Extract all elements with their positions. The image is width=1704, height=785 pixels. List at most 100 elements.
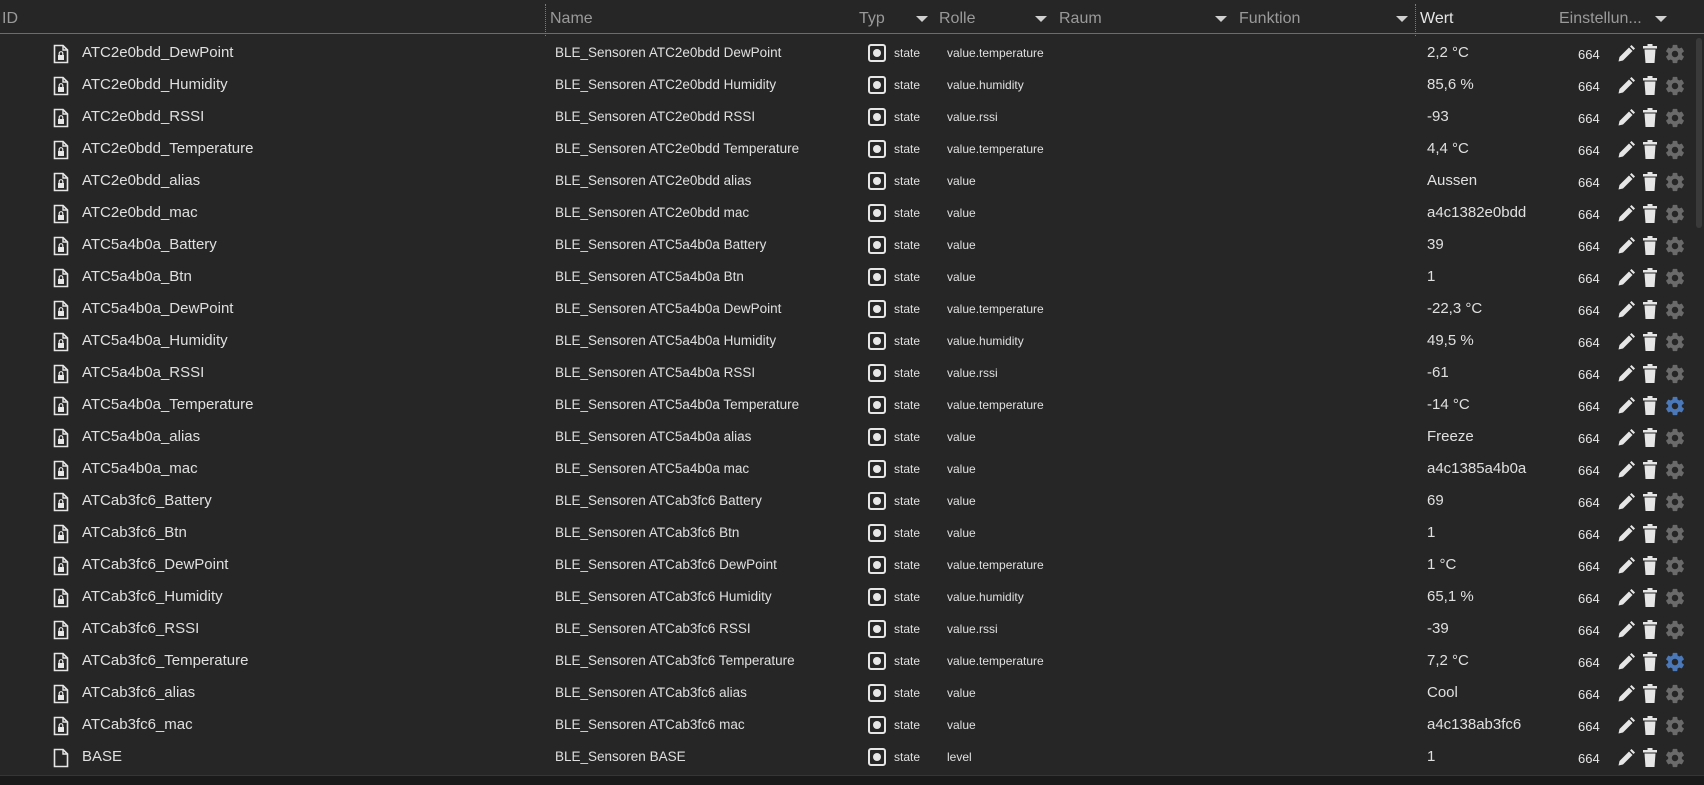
- function-filter-dropdown-icon[interactable]: [1396, 16, 1408, 22]
- edit-icon[interactable]: [1616, 620, 1636, 640]
- object-id[interactable]: BASE: [82, 748, 122, 765]
- gear-icon[interactable]: [1664, 299, 1686, 321]
- object-value[interactable]: 1 °C: [1427, 556, 1456, 573]
- delete-icon[interactable]: [1641, 395, 1659, 416]
- delete-icon[interactable]: [1641, 139, 1659, 160]
- object-id[interactable]: ATCab3fc6_RSSI: [82, 620, 199, 637]
- table-row[interactable]: ATC2e0bdd_mac BLE_Sensoren ATC2e0bdd mac…: [0, 197, 1692, 229]
- object-id[interactable]: ATCab3fc6_mac: [82, 716, 193, 733]
- table-row[interactable]: ATC5a4b0a_Humidity BLE_Sensoren ATC5a4b0…: [0, 325, 1692, 357]
- column-header-value[interactable]: Wert: [1420, 10, 1453, 28]
- column-header-id[interactable]: ID: [2, 10, 18, 28]
- table-row[interactable]: ATC5a4b0a_DewPoint BLE_Sensoren ATC5a4b0…: [0, 293, 1692, 325]
- object-value[interactable]: a4c1385a4b0a: [1427, 460, 1526, 477]
- table-row[interactable]: ATC5a4b0a_alias BLE_Sensoren ATC5a4b0a a…: [0, 421, 1692, 453]
- gear-icon[interactable]: [1664, 427, 1686, 449]
- object-id[interactable]: ATCab3fc6_alias: [82, 684, 195, 701]
- table-row[interactable]: BASE BLE_Sensoren BASE state level 1 664: [0, 741, 1692, 773]
- delete-icon[interactable]: [1641, 299, 1659, 320]
- gear-icon[interactable]: [1664, 459, 1686, 481]
- object-id[interactable]: ATC5a4b0a_Btn: [82, 268, 192, 285]
- delete-icon[interactable]: [1641, 267, 1659, 288]
- gear-icon[interactable]: [1664, 43, 1686, 65]
- table-row[interactable]: ATCab3fc6_Temperature BLE_Sensoren ATCab…: [0, 645, 1692, 677]
- object-value[interactable]: 7,2 °C: [1427, 652, 1469, 669]
- object-id[interactable]: ATC2e0bdd_mac: [82, 204, 198, 221]
- gear-icon[interactable]: [1664, 619, 1686, 641]
- column-header-type[interactable]: Typ: [859, 10, 885, 28]
- delete-icon[interactable]: [1641, 491, 1659, 512]
- gear-icon[interactable]: [1664, 171, 1686, 193]
- delete-icon[interactable]: [1641, 747, 1659, 768]
- column-header-name[interactable]: Name: [550, 10, 593, 28]
- delete-icon[interactable]: [1641, 619, 1659, 640]
- gear-icon[interactable]: [1664, 75, 1686, 97]
- edit-icon[interactable]: [1616, 140, 1636, 160]
- delete-icon[interactable]: [1641, 555, 1659, 576]
- object-id[interactable]: ATCab3fc6_Btn: [82, 524, 187, 541]
- edit-icon[interactable]: [1616, 172, 1636, 192]
- object-value[interactable]: -61: [1427, 364, 1449, 381]
- edit-icon[interactable]: [1616, 300, 1636, 320]
- delete-icon[interactable]: [1641, 331, 1659, 352]
- gear-icon[interactable]: [1664, 555, 1686, 577]
- object-id[interactable]: ATC2e0bdd_Humidity: [82, 76, 228, 93]
- object-value[interactable]: -39: [1427, 620, 1449, 637]
- edit-icon[interactable]: [1616, 684, 1636, 704]
- table-row[interactable]: ATC5a4b0a_Battery BLE_Sensoren ATC5a4b0a…: [0, 229, 1692, 261]
- object-value[interactable]: 69: [1427, 492, 1444, 509]
- delete-icon[interactable]: [1641, 203, 1659, 224]
- table-row[interactable]: ATC2e0bdd_DewPoint BLE_Sensoren ATC2e0bd…: [0, 37, 1692, 69]
- edit-icon[interactable]: [1616, 44, 1636, 64]
- gear-icon[interactable]: [1664, 235, 1686, 257]
- edit-icon[interactable]: [1616, 748, 1636, 768]
- object-id[interactable]: ATC2e0bdd_alias: [82, 172, 200, 189]
- gear-icon[interactable]: [1664, 491, 1686, 513]
- object-value[interactable]: 2,2 °C: [1427, 44, 1469, 61]
- edit-icon[interactable]: [1616, 268, 1636, 288]
- gear-icon[interactable]: [1664, 523, 1686, 545]
- delete-icon[interactable]: [1641, 75, 1659, 96]
- object-id[interactable]: ATCab3fc6_Temperature: [82, 652, 248, 669]
- role-filter-dropdown-icon[interactable]: [1035, 16, 1047, 22]
- delete-icon[interactable]: [1641, 427, 1659, 448]
- delete-icon[interactable]: [1641, 683, 1659, 704]
- edit-icon[interactable]: [1616, 460, 1636, 480]
- column-header-function[interactable]: Funktion: [1239, 10, 1300, 28]
- object-id[interactable]: ATC5a4b0a_DewPoint: [82, 300, 233, 317]
- edit-icon[interactable]: [1616, 364, 1636, 384]
- column-resize-handle[interactable]: [545, 4, 546, 36]
- table-row[interactable]: ATCab3fc6_DewPoint BLE_Sensoren ATCab3fc…: [0, 549, 1692, 581]
- edit-icon[interactable]: [1616, 428, 1636, 448]
- object-id[interactable]: ATC5a4b0a_RSSI: [82, 364, 204, 381]
- object-id[interactable]: ATC5a4b0a_mac: [82, 460, 198, 477]
- object-value[interactable]: -14 °C: [1427, 396, 1470, 413]
- gear-icon[interactable]: [1664, 363, 1686, 385]
- object-value[interactable]: 4,4 °C: [1427, 140, 1469, 157]
- object-id[interactable]: ATCab3fc6_Battery: [82, 492, 212, 509]
- table-row[interactable]: ATC5a4b0a_Btn BLE_Sensoren ATC5a4b0a Btn…: [0, 261, 1692, 293]
- table-row[interactable]: ATCab3fc6_RSSI BLE_Sensoren ATCab3fc6 RS…: [0, 613, 1692, 645]
- table-row[interactable]: ATCab3fc6_Battery BLE_Sensoren ATCab3fc6…: [0, 485, 1692, 517]
- object-id[interactable]: ATC2e0bdd_Temperature: [82, 140, 254, 157]
- edit-icon[interactable]: [1616, 524, 1636, 544]
- table-row[interactable]: ATC2e0bdd_Temperature BLE_Sensoren ATC2e…: [0, 133, 1692, 165]
- gear-icon[interactable]: [1664, 331, 1686, 353]
- delete-icon[interactable]: [1641, 171, 1659, 192]
- gear-icon[interactable]: [1664, 267, 1686, 289]
- edit-icon[interactable]: [1616, 716, 1636, 736]
- table-row[interactable]: ATC5a4b0a_mac BLE_Sensoren ATC5a4b0a mac…: [0, 453, 1692, 485]
- edit-icon[interactable]: [1616, 396, 1636, 416]
- object-value[interactable]: 1: [1427, 524, 1435, 541]
- delete-icon[interactable]: [1641, 715, 1659, 736]
- object-value[interactable]: a4c138ab3fc6: [1427, 716, 1521, 733]
- edit-icon[interactable]: [1616, 556, 1636, 576]
- delete-icon[interactable]: [1641, 523, 1659, 544]
- delete-icon[interactable]: [1641, 459, 1659, 480]
- edit-icon[interactable]: [1616, 588, 1636, 608]
- column-header-room[interactable]: Raum: [1059, 10, 1102, 28]
- delete-icon[interactable]: [1641, 235, 1659, 256]
- gear-icon[interactable]: [1664, 107, 1686, 129]
- edit-icon[interactable]: [1616, 492, 1636, 512]
- object-value[interactable]: -93: [1427, 108, 1449, 125]
